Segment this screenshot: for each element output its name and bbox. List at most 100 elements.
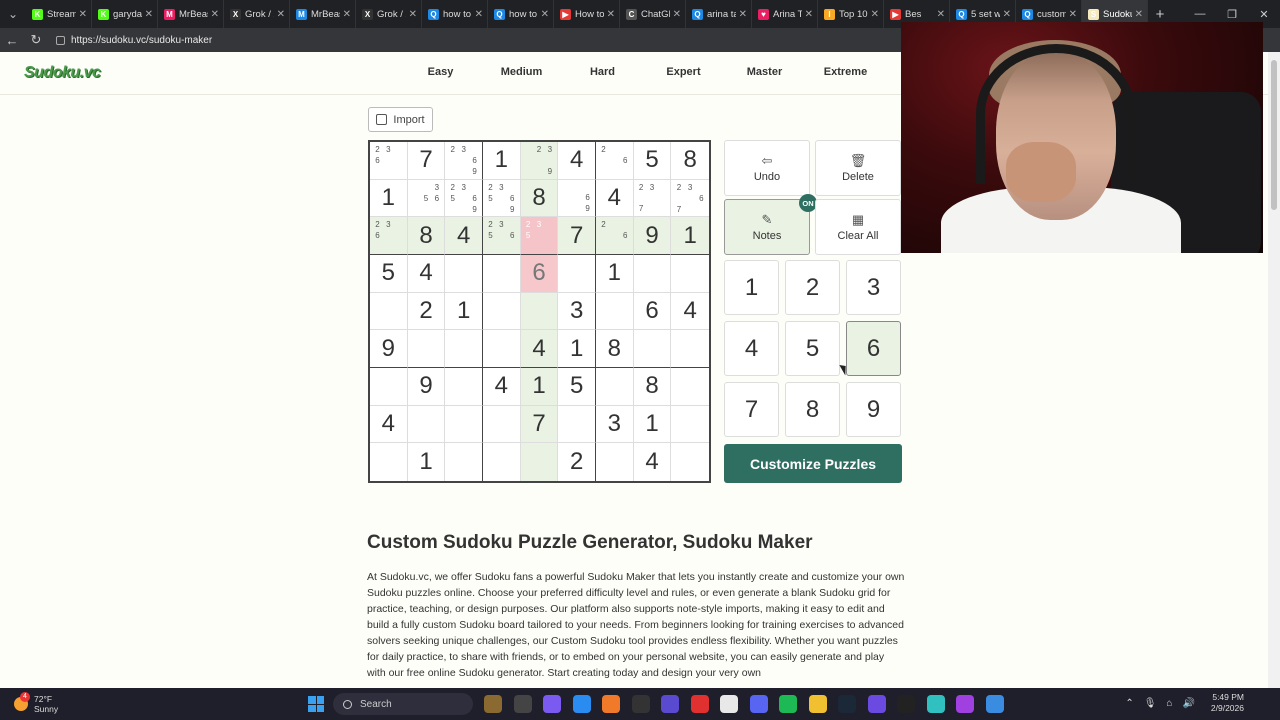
sudoku-cell[interactable] bbox=[520, 443, 559, 481]
browser-tab[interactable]: Kgarydan✕ bbox=[92, 0, 158, 28]
sudoku-cell[interactable]: 5 bbox=[633, 142, 672, 180]
sudoku-cell[interactable]: 1 bbox=[633, 405, 672, 444]
sudoku-cell[interactable]: 235 bbox=[520, 217, 559, 255]
sudoku-cell[interactable] bbox=[445, 368, 483, 406]
sudoku-cell[interactable]: 8 bbox=[596, 330, 634, 368]
sudoku-cell[interactable]: 356 bbox=[407, 179, 446, 218]
mic-icon[interactable]: 🎙 bbox=[1144, 698, 1157, 709]
sudoku-cell[interactable]: 236 bbox=[370, 142, 408, 180]
sudoku-cell[interactable] bbox=[483, 292, 521, 331]
browser-tab[interactable]: Qhow to ✕ bbox=[422, 0, 488, 28]
browser-tab[interactable]: ▶ How to ✕ bbox=[554, 0, 620, 28]
sudoku-cell[interactable]: 8 bbox=[520, 179, 559, 218]
taskbar-app-icon[interactable] bbox=[484, 695, 502, 713]
taskbar-app-icon[interactable] bbox=[779, 695, 797, 713]
sudoku-cell[interactable]: 23 9 bbox=[520, 142, 559, 180]
sudoku-cell[interactable] bbox=[483, 405, 521, 444]
sudoku-cell[interactable] bbox=[445, 405, 483, 444]
tab-close-icon[interactable]: ✕ bbox=[1069, 9, 1077, 20]
number-button-5[interactable]: 5 bbox=[785, 321, 840, 376]
sudoku-cell[interactable]: 4 bbox=[370, 405, 408, 444]
nav-master[interactable]: Master bbox=[724, 66, 805, 78]
taskbar-app-icon[interactable] bbox=[749, 695, 768, 713]
site-info-icon[interactable] bbox=[56, 35, 65, 45]
tab-close-icon[interactable]: ✕ bbox=[937, 9, 945, 20]
tab-close-icon[interactable]: ✕ bbox=[739, 9, 747, 20]
sudoku-cell[interactable] bbox=[671, 330, 709, 368]
taskbar-app-icon[interactable] bbox=[808, 695, 827, 713]
sudoku-cell[interactable] bbox=[370, 368, 408, 406]
nav-extreme[interactable]: Extreme bbox=[805, 66, 886, 78]
sudoku-cell[interactable] bbox=[445, 255, 483, 293]
scrollbar-thumb[interactable] bbox=[1271, 60, 1277, 210]
nav-easy[interactable]: Easy bbox=[400, 66, 481, 78]
sudoku-cell[interactable]: 1 bbox=[483, 142, 521, 180]
weather-widget[interactable]: 4 72°F Sunny bbox=[14, 692, 58, 714]
tab-close-icon[interactable]: ✕ bbox=[673, 9, 681, 20]
windows-start-icon[interactable] bbox=[308, 696, 324, 712]
tab-close-icon[interactable]: ✕ bbox=[475, 9, 483, 20]
taskbar-app-icon[interactable] bbox=[985, 695, 1004, 713]
taskbar-search[interactable]: Search bbox=[333, 693, 473, 715]
sudoku-cell[interactable]: 26 bbox=[596, 217, 634, 255]
tray-chevron-icon[interactable]: ⌃ bbox=[1125, 698, 1133, 709]
sudoku-cell[interactable]: 4 bbox=[558, 142, 596, 180]
sudoku-cell[interactable] bbox=[671, 406, 709, 444]
sudoku-cell[interactable] bbox=[596, 368, 634, 406]
browser-tab[interactable]: X Grok / X✕ bbox=[356, 0, 422, 28]
sudoku-cell[interactable] bbox=[445, 330, 483, 368]
sudoku-cell[interactable]: 1 bbox=[445, 292, 483, 331]
taskbar-app-icon[interactable] bbox=[720, 695, 738, 713]
sudoku-cell[interactable]: 7 bbox=[558, 217, 596, 255]
tab-close-icon[interactable]: ✕ bbox=[409, 9, 417, 20]
sudoku-cell[interactable]: 4 bbox=[483, 368, 521, 406]
taskbar-app-icon[interactable] bbox=[572, 695, 591, 713]
sudoku-cell[interactable]: 3 bbox=[558, 292, 596, 331]
taskbar-app-icon[interactable] bbox=[838, 695, 856, 713]
tab-close-icon[interactable]: ✕ bbox=[805, 9, 813, 20]
sudoku-cell[interactable]: 1 bbox=[520, 368, 559, 406]
browser-tab[interactable]: ♥ Arina Ta✕ bbox=[752, 0, 818, 28]
sudoku-cell[interactable]: 4 bbox=[407, 255, 446, 293]
sudoku-cell[interactable]: 2 bbox=[407, 292, 446, 331]
sudoku-cell[interactable]: 23 7 bbox=[633, 179, 672, 218]
sudoku-cell[interactable] bbox=[445, 443, 483, 481]
sudoku-cell[interactable]: 6 bbox=[633, 292, 672, 331]
browser-tab[interactable]: X Grok / X✕ bbox=[224, 0, 290, 28]
sudoku-cell[interactable]: 4 bbox=[520, 330, 559, 368]
sudoku-cell[interactable]: 69 bbox=[558, 179, 596, 218]
sudoku-cell[interactable]: 5 bbox=[370, 255, 408, 293]
sudoku-cell[interactable] bbox=[407, 405, 446, 444]
sudoku-cell[interactable]: 235 69 bbox=[483, 179, 521, 218]
sudoku-cell[interactable]: 4 bbox=[671, 293, 709, 331]
tab-close-icon[interactable]: ✕ bbox=[1135, 9, 1143, 20]
browser-tab[interactable]: I Top 10 ✕ bbox=[818, 0, 884, 28]
sudoku-cell[interactable]: 9 bbox=[633, 217, 672, 255]
sudoku-cell[interactable]: 2 bbox=[558, 443, 596, 481]
reload-icon[interactable]: ↻ bbox=[24, 32, 48, 48]
sudoku-cell[interactable]: 1 bbox=[596, 255, 634, 293]
sudoku-cell[interactable]: 1 bbox=[408, 443, 446, 481]
sudoku-cell[interactable]: 9 bbox=[370, 330, 408, 368]
tab-close-icon[interactable]: ✕ bbox=[871, 9, 879, 20]
sudoku-cell[interactable]: 9 bbox=[407, 368, 446, 406]
taskbar-app-icon[interactable] bbox=[867, 695, 886, 713]
sudoku-cell[interactable]: 236 bbox=[370, 217, 408, 255]
sudoku-cell[interactable]: 235 69 bbox=[445, 179, 483, 218]
taskbar-app-icon[interactable] bbox=[956, 695, 974, 713]
back-arrow-icon[interactable]: ← bbox=[0, 33, 24, 48]
sudoku-cell[interactable]: 1 bbox=[370, 179, 408, 218]
undo-button[interactable]: ⇦ Undo bbox=[724, 140, 810, 196]
taskbar-app-icon[interactable] bbox=[513, 695, 532, 713]
nav-expert[interactable]: Expert bbox=[643, 66, 724, 78]
sudoku-cell[interactable] bbox=[671, 443, 709, 481]
tab-close-icon[interactable]: ✕ bbox=[211, 9, 219, 20]
sudoku-cell[interactable] bbox=[483, 255, 521, 293]
taskbar-app-icon[interactable] bbox=[543, 695, 561, 713]
sudoku-cell[interactable]: 4 bbox=[634, 443, 672, 481]
sudoku-cell[interactable]: 6 bbox=[520, 255, 559, 293]
sudoku-cell[interactable]: 1 bbox=[671, 217, 709, 255]
sudoku-cell[interactable]: 26 bbox=[596, 142, 634, 180]
network-icon[interactable]: ⌂ bbox=[1166, 698, 1172, 709]
taskbar-app-icon[interactable] bbox=[926, 695, 945, 713]
